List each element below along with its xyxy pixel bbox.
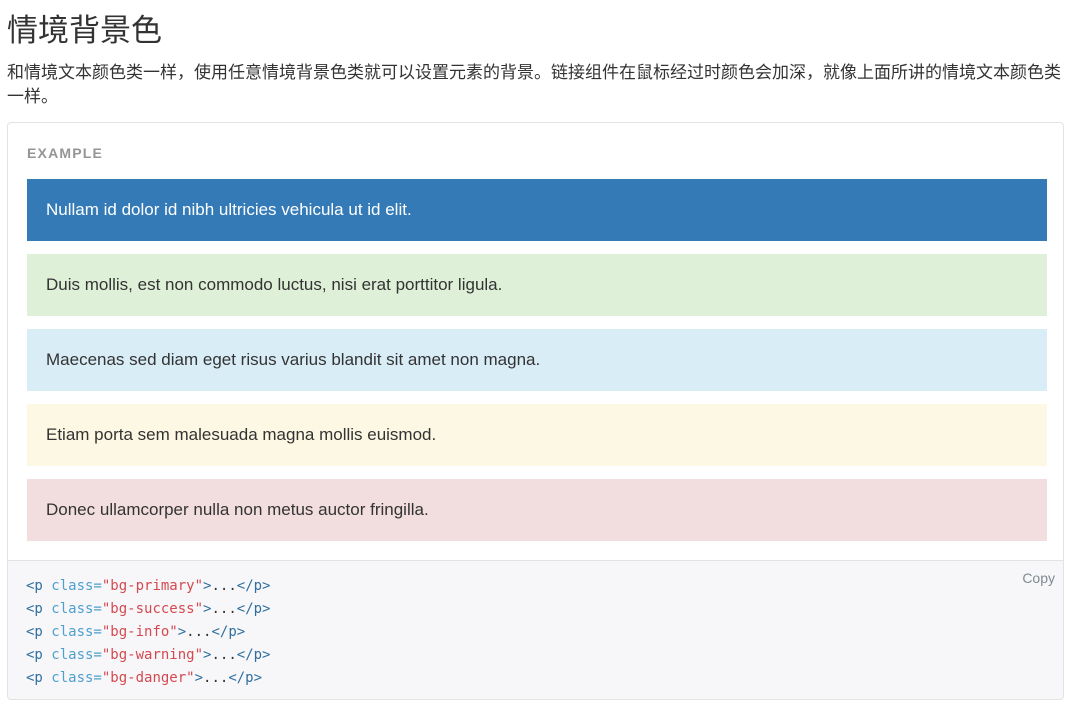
code-tag-end: </p>	[228, 670, 263, 686]
code-attr-value: "bg-primary"	[101, 578, 204, 594]
code-tag-open: <p	[26, 624, 43, 640]
bg-warning-paragraph: Etiam porta sem malesuada magna mollis e…	[27, 404, 1047, 466]
code-tag-open: <p	[26, 601, 43, 617]
code-attr-value: "bg-danger"	[101, 670, 195, 686]
bg-danger-paragraph: Donec ullamcorper nulla non metus auctor…	[27, 479, 1047, 541]
bg-primary-paragraph: Nullam id dolor id nibh ultricies vehicu…	[27, 179, 1047, 241]
example-label: EXAMPLE	[27, 145, 104, 161]
code-body: ...	[211, 578, 237, 594]
code-tag-close: >	[194, 670, 204, 686]
code-body: ...	[211, 601, 237, 617]
code-line: <p class="bg-primary">...</p>	[26, 575, 270, 598]
copy-button[interactable]: Copy	[1022, 570, 1055, 586]
bg-info-paragraph: Maecenas sed diam eget risus varius blan…	[27, 329, 1047, 391]
section-title: 情境背景色	[7, 13, 162, 49]
code-lines: <p class="bg-primary">...</p> <p class="…	[26, 575, 270, 690]
code-attr: class=	[42, 670, 102, 686]
code-tag-open: <p	[26, 670, 43, 686]
code-attr: class=	[42, 601, 102, 617]
code-line: <p class="bg-info">...</p>	[26, 621, 270, 644]
example-panel: EXAMPLE Nullam id dolor id nibh ultricie…	[7, 122, 1064, 560]
code-line: <p class="bg-warning">...</p>	[26, 644, 270, 667]
code-tag-end: </p>	[236, 601, 271, 617]
code-tag-open: <p	[26, 647, 43, 663]
code-body: ...	[211, 647, 237, 663]
code-tag-end: </p>	[236, 647, 271, 663]
code-attr: class=	[42, 647, 102, 663]
code-body: ...	[186, 624, 212, 640]
code-attr-value: "bg-info"	[101, 624, 178, 640]
bg-success-paragraph: Duis mollis, est non commodo luctus, nis…	[27, 254, 1047, 316]
code-tag-end: </p>	[236, 578, 271, 594]
code-line: <p class="bg-success">...</p>	[26, 598, 270, 621]
code-attr-value: "bg-success"	[101, 601, 204, 617]
code-tag-end: </p>	[211, 624, 246, 640]
code-line: <p class="bg-danger">...</p>	[26, 667, 270, 690]
code-block: Copy <p class="bg-primary">...</p> <p cl…	[7, 560, 1064, 700]
code-tag-open: <p	[26, 578, 43, 594]
section-description: 和情境文本颜色类一样，使用任意情境背景色类就可以设置元素的背景。链接组件在鼠标经…	[7, 63, 1061, 107]
code-attr: class=	[42, 624, 102, 640]
code-attr-value: "bg-warning"	[101, 647, 204, 663]
code-tag-close: >	[177, 624, 187, 640]
code-attr: class=	[42, 578, 102, 594]
code-body: ...	[203, 670, 229, 686]
